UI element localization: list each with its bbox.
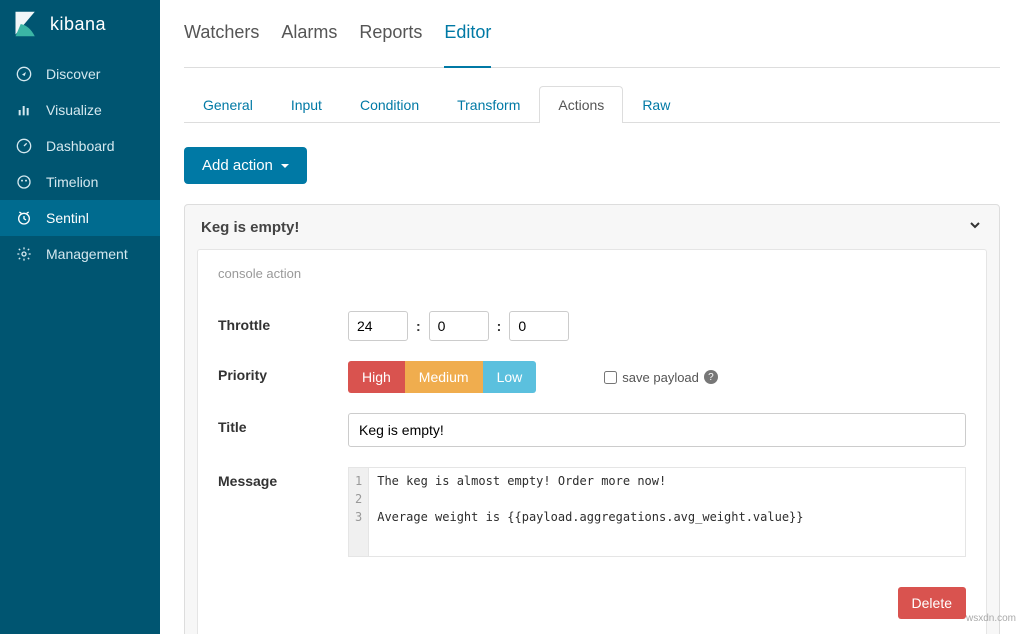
subtab-actions[interactable]: Actions	[539, 86, 623, 123]
tab-alarms[interactable]: Alarms	[281, 22, 337, 53]
sidebar-label: Dashboard	[46, 138, 115, 154]
gauge-icon	[16, 138, 32, 154]
chevron-down-icon	[281, 164, 289, 168]
title-label: Title	[218, 413, 348, 435]
priority-row: Priority High Medium Low save payload ?	[218, 361, 966, 393]
sidebar-item-timelion[interactable]: Timelion	[0, 164, 160, 200]
throttle-row: Throttle : :	[218, 311, 966, 341]
throttle-minutes-input[interactable]	[429, 311, 489, 341]
add-action-button[interactable]: Add action	[184, 147, 307, 184]
alarm-icon	[16, 210, 32, 226]
message-label: Message	[218, 467, 348, 489]
kibana-icon	[12, 10, 40, 38]
save-payload-label: save payload	[622, 370, 699, 385]
subtab-input[interactable]: Input	[272, 86, 341, 123]
sidebar-item-visualize[interactable]: Visualize	[0, 92, 160, 128]
sidebar-label: Discover	[46, 66, 100, 82]
tab-reports[interactable]: Reports	[359, 22, 422, 53]
sidebar-item-discover[interactable]: Discover	[0, 56, 160, 92]
priority-high-button[interactable]: High	[348, 361, 405, 393]
action-panel: Keg is empty! console action Throttle : …	[184, 204, 1000, 634]
save-payload-checkbox[interactable]	[604, 371, 617, 384]
sidebar-item-sentinl[interactable]: Sentinl	[0, 200, 160, 236]
chevron-down-icon	[967, 217, 983, 237]
panel-header[interactable]: Keg is empty!	[185, 205, 999, 249]
throttle-hours-input[interactable]	[348, 311, 408, 341]
sidebar-label: Visualize	[46, 102, 102, 118]
title-input[interactable]	[348, 413, 966, 447]
colon-separator: :	[497, 318, 502, 334]
priority-label: Priority	[218, 361, 348, 383]
add-action-label: Add action	[202, 157, 273, 174]
message-row: Message 123 The keg is almost empty! Ord…	[218, 467, 966, 557]
panel-title: Keg is empty!	[201, 219, 299, 236]
tab-editor[interactable]: Editor	[444, 22, 491, 68]
top-tabs: Watchers Alarms Reports Editor	[184, 0, 1000, 68]
title-row: Title	[218, 413, 966, 447]
throttle-seconds-input[interactable]	[509, 311, 569, 341]
sidebar-label: Sentinl	[46, 210, 89, 226]
editor-code[interactable]: The keg is almost empty! Order more now!…	[369, 468, 965, 556]
sidebar-label: Management	[46, 246, 128, 262]
throttle-label: Throttle	[218, 311, 348, 333]
subtab-transform[interactable]: Transform	[438, 86, 539, 123]
watermark: wsxdn.com	[966, 613, 1016, 624]
brand-text: kibana	[50, 14, 106, 35]
sidebar: kibana Discover Visualize Dashboard Time…	[0, 0, 160, 634]
delete-button[interactable]: Delete	[898, 587, 966, 619]
sub-tabs: General Input Condition Transform Action…	[184, 86, 1000, 123]
save-payload-option[interactable]: save payload ?	[604, 370, 718, 385]
timelion-icon	[16, 174, 32, 190]
priority-button-group: High Medium Low	[348, 361, 536, 393]
sidebar-label: Timelion	[46, 174, 98, 190]
editor-gutter: 123	[349, 468, 369, 556]
subtab-condition[interactable]: Condition	[341, 86, 438, 123]
gear-icon	[16, 246, 32, 262]
tab-watchers[interactable]: Watchers	[184, 22, 259, 53]
action-subtitle: console action	[218, 266, 966, 281]
compass-icon	[16, 66, 32, 82]
subtab-raw[interactable]: Raw	[623, 86, 689, 123]
priority-low-button[interactable]: Low	[483, 361, 537, 393]
bar-chart-icon	[16, 102, 32, 118]
priority-medium-button[interactable]: Medium	[405, 361, 483, 393]
message-editor[interactable]: 123 The keg is almost empty! Order more …	[348, 467, 966, 557]
sidebar-item-management[interactable]: Management	[0, 236, 160, 272]
panel-body: console action Throttle : : Priority	[197, 249, 987, 634]
kibana-logo[interactable]: kibana	[0, 0, 160, 56]
colon-separator: :	[416, 318, 421, 334]
main-content: Watchers Alarms Reports Editor General I…	[160, 0, 1024, 634]
sidebar-item-dashboard[interactable]: Dashboard	[0, 128, 160, 164]
subtab-general[interactable]: General	[184, 86, 272, 123]
help-icon[interactable]: ?	[704, 370, 718, 384]
